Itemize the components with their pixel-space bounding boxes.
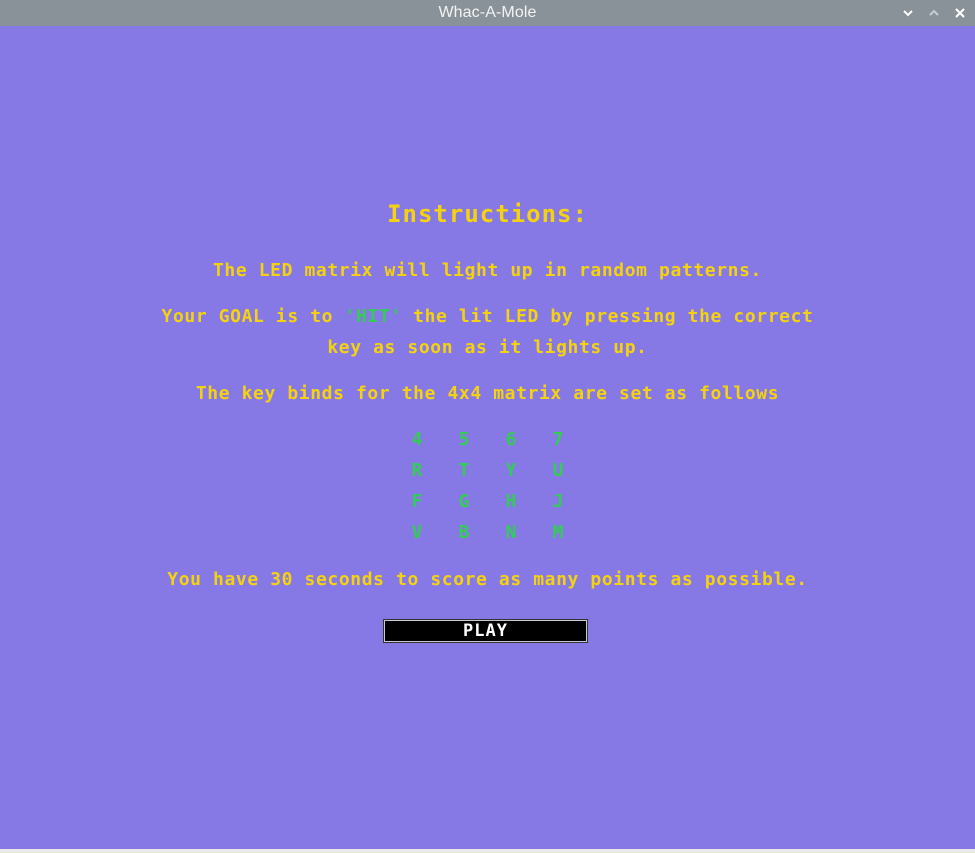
keybind-grid: 4 5 6 7 R T Y U F G H J V B N M — [0, 429, 975, 553]
keybind-key: Y — [505, 460, 517, 481]
keybind-key: T — [458, 460, 470, 481]
keybind-key: U — [552, 460, 564, 481]
instruction-line-led-matrix: The LED matrix will light up in random p… — [213, 260, 762, 281]
keybind-key: 4 — [411, 429, 423, 450]
keybind-row: F G H J — [0, 491, 975, 522]
window-bottom-border — [0, 849, 975, 853]
window-title: Whac-A-Mole — [438, 4, 537, 21]
keybind-key: 6 — [505, 429, 517, 450]
play-button[interactable]: PLAY — [384, 620, 587, 642]
instruction-line-keybinds: The key binds for the 4x4 matrix are set… — [195, 383, 780, 404]
keybind-key: F — [411, 491, 423, 512]
instruction-line-goal: Your GOAL is to 'HIT' the lit LED by pre… — [0, 306, 975, 327]
instructions-heading: Instructions: — [387, 200, 588, 228]
keybind-row: V B N M — [0, 522, 975, 553]
game-window: Whac-A-Mole Instructions: The LED matrix… — [0, 0, 975, 853]
instruction-line-time-limit: You have 30 seconds to score as many poi… — [167, 569, 808, 590]
game-canvas: Instructions: The LED matrix will light … — [0, 26, 975, 849]
keybind-key: R — [411, 460, 423, 481]
keybind-row: 4 5 6 7 — [0, 429, 975, 460]
keybind-key: N — [505, 522, 517, 543]
goal-prefix: Your GOAL is to — [161, 306, 345, 327]
minimize-icon[interactable] — [899, 4, 917, 22]
maximize-icon[interactable] — [925, 4, 943, 22]
keybind-key: V — [411, 522, 423, 543]
window-controls — [899, 0, 969, 26]
keybind-key: M — [552, 522, 564, 543]
keybind-key: B — [458, 522, 470, 543]
keybind-key: 5 — [458, 429, 470, 450]
keybind-key: 7 — [552, 429, 564, 450]
keybind-key: J — [552, 491, 564, 512]
close-icon[interactable] — [951, 4, 969, 22]
keybind-key: H — [505, 491, 517, 512]
title-bar[interactable]: Whac-A-Mole — [0, 0, 975, 26]
keybind-key: G — [458, 491, 470, 512]
keybind-row: R T Y U — [0, 460, 975, 491]
instruction-line-goal-continued: key as soon as it lights up. — [327, 337, 648, 358]
hit-word: 'HIT' — [344, 306, 402, 327]
goal-suffix: the lit LED by pressing the correct — [401, 306, 814, 327]
